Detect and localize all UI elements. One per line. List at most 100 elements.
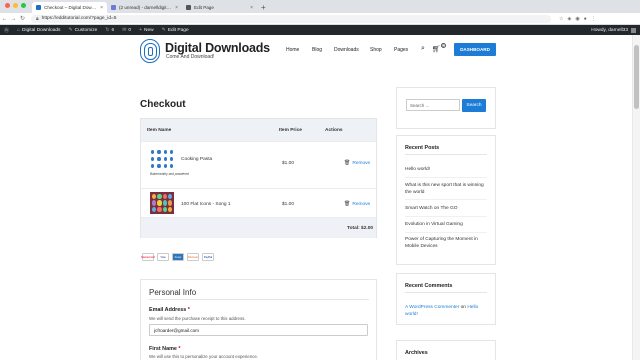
paypal-icon: PayPal [202,253,214,261]
admin-account-menu[interactable]: Howdy, darnell33 [591,27,636,33]
scrollbar-thumb[interactable] [634,45,639,109]
wordpress-logo-icon[interactable]: Ⓦ [4,27,9,34]
product-thumbnail [150,149,174,169]
email-field[interactable]: jcfroarder@gmail.com [149,324,368,336]
table-row: 100 Flat Icons - Song 1 $1.00 🗑︎ Remove [141,188,376,217]
divider [405,232,487,233]
fingerprint-logo-icon[interactable] [140,39,160,63]
payment-methods: MasterCard Visa Amex Discover PayPal [141,253,214,261]
reload-icon[interactable]: ↻ [18,15,27,22]
recent-post-link[interactable]: Power of Capturing the Moment in Mobile … [405,236,491,250]
first-name-hint: We will use this to personalize your acc… [149,354,259,359]
lock-icon: 🔒︎ [36,15,39,22]
remove-label: Remove [352,160,371,166]
recent-post-link[interactable]: Evolution in Virtual Gaming [405,221,491,228]
cart-count-badge: 0 [440,43,446,48]
recent-comments-widget: Recent Comments A WordPress Commenter on… [396,273,496,325]
divider [405,154,487,155]
product-thumbnail [150,192,174,214]
recent-post-link[interactable]: Hello world! [405,166,491,173]
wp-admin-bar: Ⓦ ⌂ Digital Downloads ✎ Customize ↻ 6 ✉ 0 + N… [0,25,640,35]
comment-author-link[interactable]: A WordPress Commenter [405,305,459,310]
admin-new-link[interactable]: + New [139,27,154,33]
recent-comments-title: Recent Comments [405,283,453,289]
cart-total-row: Total: $2.00 [141,217,376,238]
cart-icon[interactable]: 🛒︎ 0 [432,43,446,53]
nav-item-blog[interactable]: Blog [312,47,334,53]
cart-total: Total: $2.00 [347,226,374,231]
mail-favicon-icon [111,5,116,10]
new-tab-button[interactable]: + [261,3,266,12]
divider [405,199,487,200]
wordpress-favicon-icon [186,5,191,10]
tab-label: (2 unread) - darnelldigitaldow... [119,5,173,10]
first-name-label: First Name * [149,346,180,352]
email-label-text: Email Address [149,307,187,313]
nav-item-shop[interactable]: Shop [370,47,394,53]
maximize-window-button[interactable] [21,2,26,8]
admin-site-link[interactable]: ⌂ Digital Downloads [17,27,60,33]
nav-item-downloads[interactable]: Downloads [334,47,370,53]
recent-post-link[interactable]: What is this new sport that is winning t… [405,182,491,196]
tab-mail[interactable]: (2 unread) - darnelldigitaldow... × [107,2,182,13]
bookmark-star-icon[interactable]: ☆ [559,16,563,22]
personal-info-section: Personal Info Email Address * We will se… [140,279,377,360]
admin-customize-link[interactable]: ✎ Customize [68,27,97,33]
admin-updates-count: 6 [111,27,115,33]
plus-icon: + [139,27,142,33]
minimize-window-button[interactable] [13,2,18,8]
brush-icon: ✎ [68,27,73,33]
search-input[interactable]: Search ... [406,99,460,111]
product-price: $1.00 [282,161,295,166]
forward-arrow-icon[interactable]: → [9,16,18,22]
first-name-label-text: First Name [149,346,177,352]
tab-checkout[interactable]: Checkout – Digital Downloads × [32,2,107,13]
extension-icon[interactable]: ◉ [575,16,579,22]
close-tab-icon[interactable]: × [100,5,103,11]
comment-on-text: on [460,305,466,310]
page-scrollbar[interactable] [632,35,640,360]
remove-item-button[interactable]: 🗑︎ Remove [344,160,370,166]
profile-icon[interactable]: ● [584,16,587,22]
extension-icon[interactable]: ◈ [567,16,571,22]
cart-table: Item Name Item Price Actions Bakemeathy … [140,118,377,238]
site-title[interactable]: Digital Downloads [165,41,270,55]
tab-edit-page[interactable]: Edit Page × [182,2,257,13]
recent-comment: A WordPress Commenter on Hello world! [405,304,491,318]
browser-tab-bar: Checkout – Digital Downloads × (2 unread… [0,0,640,13]
dashboard-button[interactable]: DASHBOARD [454,43,496,56]
trash-icon: 🗑︎ [344,160,351,166]
page-title: Checkout [140,99,186,110]
admin-new-label: New [144,27,154,33]
close-tab-icon[interactable]: × [175,5,178,11]
admin-edit-page-link[interactable]: ✎ Edit Page [162,27,189,33]
column-item-name: Item Name [147,127,172,133]
column-item-price: Item Price [279,127,302,133]
address-bar: ← → ↻ 🔒︎ https://edditutorial.com/?page_… [0,13,640,25]
tab-label: Edit Page [194,5,214,10]
avatar [631,27,636,33]
product-price: $1.00 [282,202,295,207]
thumbnail-caption: Bakemeathy and powdered [150,172,189,176]
admin-comments-link[interactable]: ✉ 0 [122,27,131,33]
personal-info-title: Personal Info [149,288,197,297]
url-input[interactable]: 🔒︎ https://edditutorial.com/?page_id=5 [31,14,551,23]
admin-customize-label: Customize [74,27,98,33]
back-arrow-icon[interactable]: ← [0,16,9,22]
close-tab-icon[interactable]: × [250,5,253,11]
close-window-button[interactable] [5,2,10,8]
remove-item-button[interactable]: 🗑︎ Remove [344,201,370,207]
recent-post-link[interactable]: Smart Watch on The GO [405,205,491,212]
recent-posts-title: Recent Posts [405,145,440,151]
admin-comments-count: 0 [128,27,132,33]
column-actions: Actions [325,127,343,133]
menu-icon[interactable]: ⋮ [591,16,596,22]
divider [149,299,369,300]
required-mark: * [178,346,181,352]
search-icon[interactable]: ⌕ [421,45,425,53]
updates-icon: ↻ [105,27,110,33]
nav-item-pages[interactable]: Pages [394,47,418,53]
admin-updates-link[interactable]: ↻ 6 [105,27,114,33]
search-button[interactable]: Search [462,99,486,112]
nav-item-home[interactable]: Home [286,47,312,53]
